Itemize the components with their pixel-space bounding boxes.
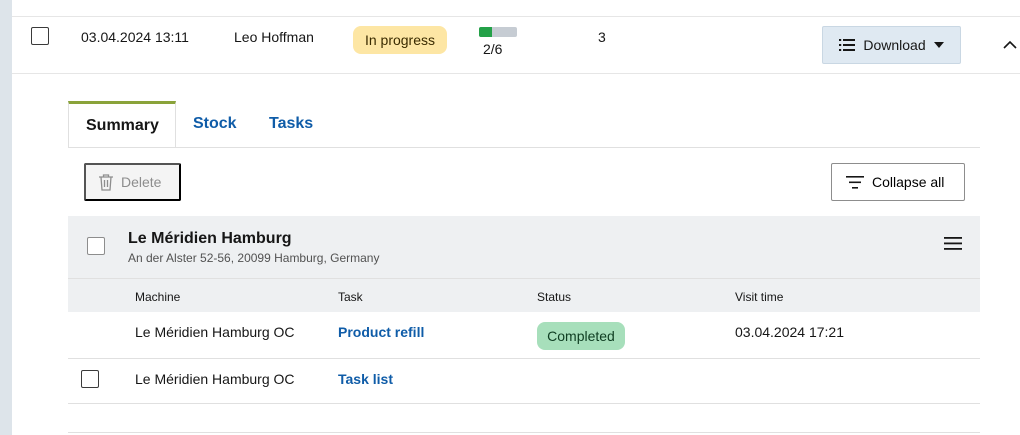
row-select-checkbox[interactable]	[31, 27, 49, 45]
status-badge: In progress	[353, 26, 447, 54]
progress-label: 2/6	[483, 41, 503, 57]
delete-button[interactable]: Delete	[84, 163, 181, 201]
menu-icon[interactable]	[944, 237, 962, 250]
download-button-label: Download	[863, 37, 926, 53]
row-divider	[68, 432, 980, 433]
divider	[12, 73, 1020, 74]
status-badge: Completed	[537, 322, 625, 350]
delete-button-label: Delete	[121, 174, 162, 190]
row-select-checkbox[interactable]	[81, 370, 99, 388]
left-accent-bar	[0, 0, 12, 435]
group-select-checkbox[interactable]	[87, 237, 105, 255]
column-header-visit-time: Visit time	[735, 290, 784, 304]
status-badge-label: Completed	[547, 328, 615, 344]
cell-visit-time: 03.04.2024 17:21	[735, 324, 844, 340]
progress-bar	[479, 27, 517, 37]
order-assignee: Leo Hoffman	[234, 29, 314, 45]
tab-divider	[68, 147, 980, 148]
collapse-all-button[interactable]: Collapse all	[831, 163, 965, 201]
download-button[interactable]: Download	[822, 26, 961, 64]
tab-tasks[interactable]: Tasks	[269, 115, 313, 133]
divider	[12, 16, 1020, 17]
tab-summary[interactable]: Summary	[86, 117, 159, 135]
location-address: An der Alster 52-56, 20099 Hamburg, Germ…	[128, 251, 380, 265]
column-header-status: Status	[537, 290, 572, 304]
status-badge-label: In progress	[364, 32, 436, 48]
task-link[interactable]: Task list	[338, 371, 393, 387]
column-header-machine: Machine	[135, 290, 181, 304]
order-datetime: 03.04.2024 13:11	[81, 29, 189, 45]
column-header-task: Task	[338, 290, 363, 304]
tab-stock[interactable]: Stock	[193, 115, 237, 133]
task-link[interactable]: Product refill	[338, 324, 424, 340]
list-icon	[839, 39, 856, 51]
caret-down-icon	[933, 42, 944, 48]
table-header-row	[68, 278, 980, 312]
trash-icon	[99, 173, 113, 191]
filter-lines-icon	[846, 175, 864, 189]
progress-bar-fill	[479, 27, 492, 37]
order-count: 3	[598, 29, 606, 45]
cell-machine: Le Méridien Hamburg OC	[135, 371, 295, 387]
chevron-up-icon[interactable]	[1003, 40, 1017, 49]
row-divider	[68, 358, 980, 359]
row-divider	[68, 403, 980, 404]
location-title: Le Méridien Hamburg	[128, 230, 292, 247]
cell-machine: Le Méridien Hamburg OC	[135, 324, 295, 340]
collapse-all-label: Collapse all	[872, 174, 945, 190]
